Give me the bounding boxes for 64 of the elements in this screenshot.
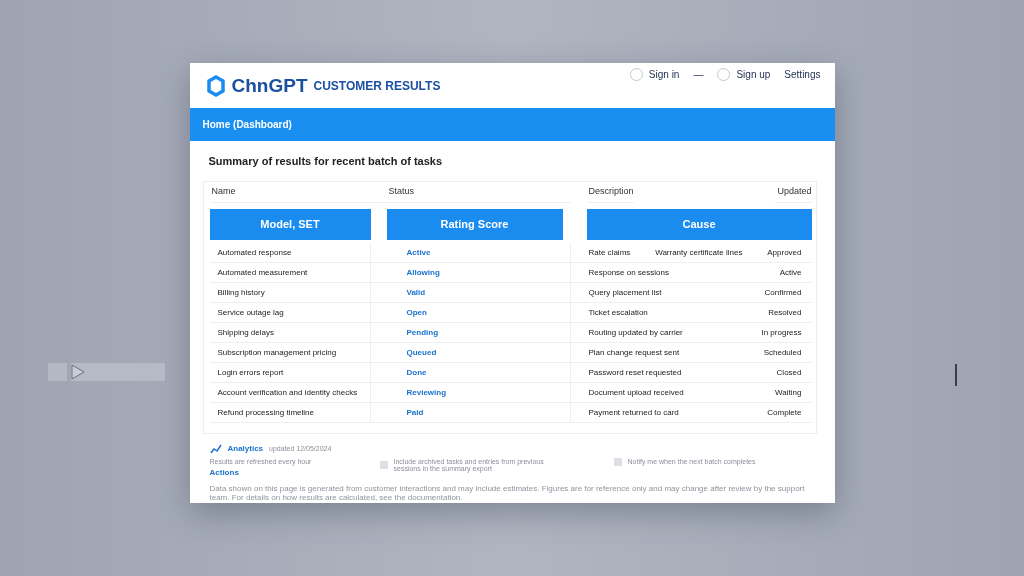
status-link[interactable]: Valid: [406, 287, 426, 297]
radio-button[interactable]: [629, 68, 643, 82]
radio-button[interactable]: [717, 68, 731, 82]
header-link[interactable]: Sign in: [648, 69, 680, 81]
table-cell: Account verification and identity checks: [209, 382, 371, 403]
disclaimer-paragraph: Data shown on this page is generated from customer interactions and may include estimates. Figures are for reference only and may change after review by the support team. For details on how results are calculated, see the documentation.: [209, 483, 806, 503]
column-tab[interactable]: Cause: [586, 208, 812, 240]
media-track[interactable]: [71, 363, 165, 381]
actions-link[interactable]: Actions: [209, 467, 330, 477]
status-link[interactable]: Active: [406, 247, 431, 257]
status-link[interactable]: Queued: [406, 347, 437, 357]
play-icon[interactable]: [71, 364, 85, 380]
status-link[interactable]: Reviewing: [406, 387, 447, 397]
hexagon-logo-icon: [205, 74, 226, 97]
breadcrumb-link[interactable]: Home (Dashboard): [202, 119, 292, 131]
table-cell: Refund processing timeline: [209, 402, 371, 423]
detail-text: Query placement list: [588, 287, 662, 297]
detail-text: Document upload received: [588, 387, 684, 397]
section-heading: Summary of results for recent batch of tasks: [208, 154, 443, 167]
status-link[interactable]: Done: [406, 367, 427, 377]
chart-line-icon: [209, 443, 222, 454]
table-cell: Login errors report: [209, 362, 371, 383]
detail-text: Plan change request sent: [588, 347, 680, 357]
table-cell: Service outage lag: [209, 302, 371, 323]
value-text: Approved: [767, 247, 802, 257]
checkbox[interactable]: [379, 460, 388, 469]
value-text: Complete: [767, 407, 802, 417]
detail-text: Payment returned to card: [588, 407, 679, 417]
column-tab[interactable]: Model, SET: [209, 208, 371, 240]
value-text: Scheduled: [763, 347, 802, 357]
column-label: Name: [209, 185, 371, 203]
logo-name: ChnGPT: [231, 74, 308, 97]
table-cell: Shipping delays: [209, 322, 371, 343]
table-cell: Automated response: [209, 242, 371, 263]
header-link[interactable]: —: [693, 69, 704, 81]
detail-text: Password reset requested: [588, 367, 682, 377]
checkbox[interactable]: [613, 457, 622, 466]
text-cursor: [955, 364, 957, 386]
value-text: Waiting: [775, 387, 802, 397]
value-text: Active: [779, 267, 802, 277]
value-text: In progress: [761, 327, 802, 337]
detail-text: Warranty certificate lines: [655, 247, 743, 257]
status-link[interactable]: Paid: [406, 407, 424, 417]
status-link[interactable]: Allowing: [406, 267, 440, 277]
table-cell: Subscription management pricing: [209, 342, 371, 363]
table-cell: Automated measurement: [209, 262, 371, 283]
column-label: Updated: [775, 185, 812, 203]
status-link[interactable]: Pending: [406, 327, 439, 337]
column-label: Status: [370, 185, 571, 203]
detail-text: Response on sessions: [588, 267, 669, 277]
column-tab[interactable]: Rating Score: [386, 208, 563, 240]
analytics-link[interactable]: Analytics: [227, 444, 264, 454]
detail-text: Routing updated by carrier: [588, 327, 683, 337]
header-link[interactable]: Sign up: [736, 69, 771, 81]
table-cell: Billing history: [209, 282, 371, 303]
logo-subtitle: CUSTOMER RESULTS: [313, 78, 441, 93]
value-text: Closed: [776, 367, 802, 377]
value-text: Resolved: [768, 307, 802, 317]
detail-text: Rate claims: [588, 247, 631, 257]
status-link[interactable]: Open: [406, 307, 427, 317]
header-link[interactable]: Settings: [784, 69, 821, 81]
detail-text: Ticket escalation: [588, 307, 648, 317]
value-text: Confirmed: [764, 287, 802, 297]
column-label: Description: [586, 185, 634, 203]
